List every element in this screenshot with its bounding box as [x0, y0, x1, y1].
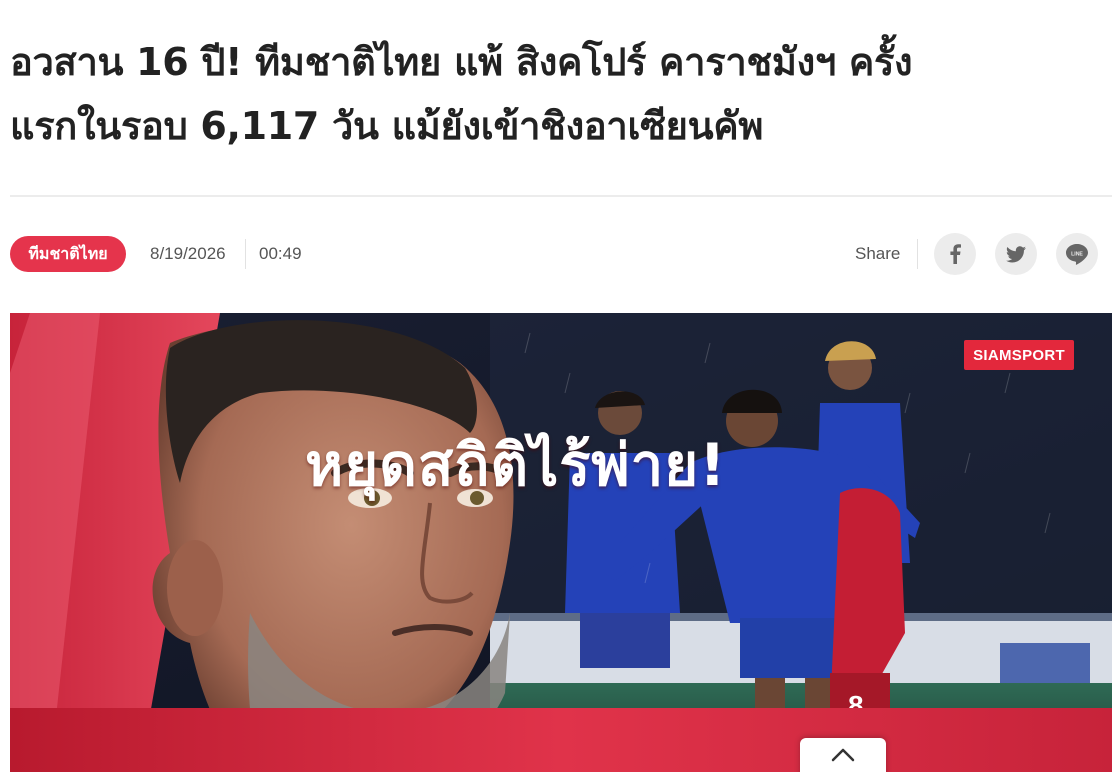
twitter-icon [1006, 245, 1026, 262]
hero-illustration: 8 [10, 313, 1112, 772]
chevron-up-icon [831, 748, 855, 762]
headline-line-1: อวสาน 16 ปี! ทีมชาติไทย แพ้ สิงคโปร์ คาร… [10, 40, 913, 84]
category-tag[interactable]: ทีมชาติไทย [10, 236, 126, 272]
headline-line-2: แรกในรอบ 6,117 วัน แม้ยังเข้าชิงอาเซียนค… [10, 104, 764, 148]
share-line-button[interactable]: LINE [1056, 233, 1098, 275]
article-headline: อวสาน 16 ปี! ทีมชาติไทย แพ้ สิงคโปร์ คาร… [10, 30, 1110, 158]
line-icon-label: LINE [1071, 252, 1083, 258]
share-separator [917, 239, 918, 269]
hero-image: 8 SIAMSPORT [10, 313, 1112, 772]
scroll-to-top-button[interactable] [800, 738, 886, 772]
share-label: Share [855, 244, 901, 263]
header-divider [10, 195, 1112, 197]
publish-date: 8/19/2026 [150, 244, 226, 263]
meta-separator [245, 239, 246, 269]
article-meta-row: ทีมชาติไทย 8/19/2026 00:49 Share LINE [10, 233, 1110, 275]
hero-overlay-caption: หยุดสถิติไร้พ่าย! [305, 431, 727, 499]
facebook-icon [950, 244, 961, 264]
share-twitter-button[interactable] [995, 233, 1037, 275]
share-facebook-button[interactable] [934, 233, 976, 275]
siamsport-badge: SIAMSPORT [964, 340, 1074, 370]
line-icon: LINE [1066, 244, 1088, 265]
publish-time: 00:49 [259, 244, 302, 263]
